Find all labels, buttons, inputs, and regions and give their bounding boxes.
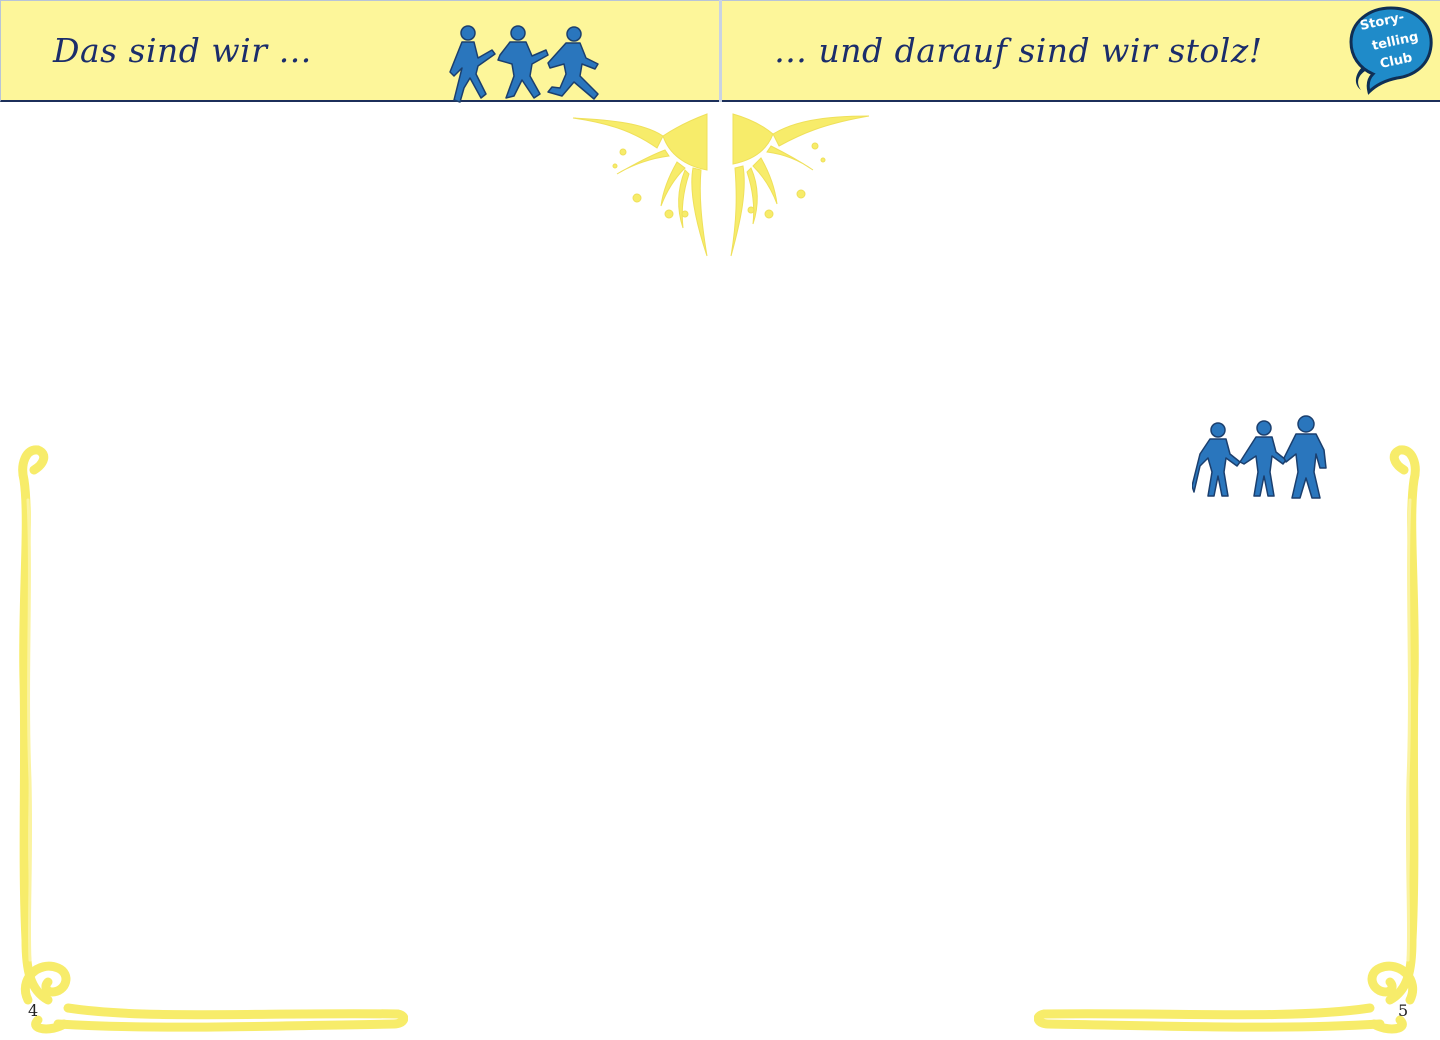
right-page-title: … und darauf sind wir stolz! <box>774 31 1263 70</box>
running-people-icon <box>449 25 599 103</box>
right-page-number: 5 <box>1398 1001 1409 1020</box>
left-header-bar: Das sind wir … <box>0 0 720 102</box>
storytelling-club-logo: Story- telling Club <box>1349 6 1433 95</box>
left-page-title: Das sind wir … <box>53 31 312 70</box>
right-header-bar: … und darauf sind wir stolz! <box>722 0 1440 102</box>
left-page-number: 4 <box>28 1001 39 1020</box>
right-page-frame-ornament <box>1034 445 1420 1034</box>
left-page-frame-ornament <box>18 445 408 1034</box>
sun-ornament <box>572 113 870 257</box>
